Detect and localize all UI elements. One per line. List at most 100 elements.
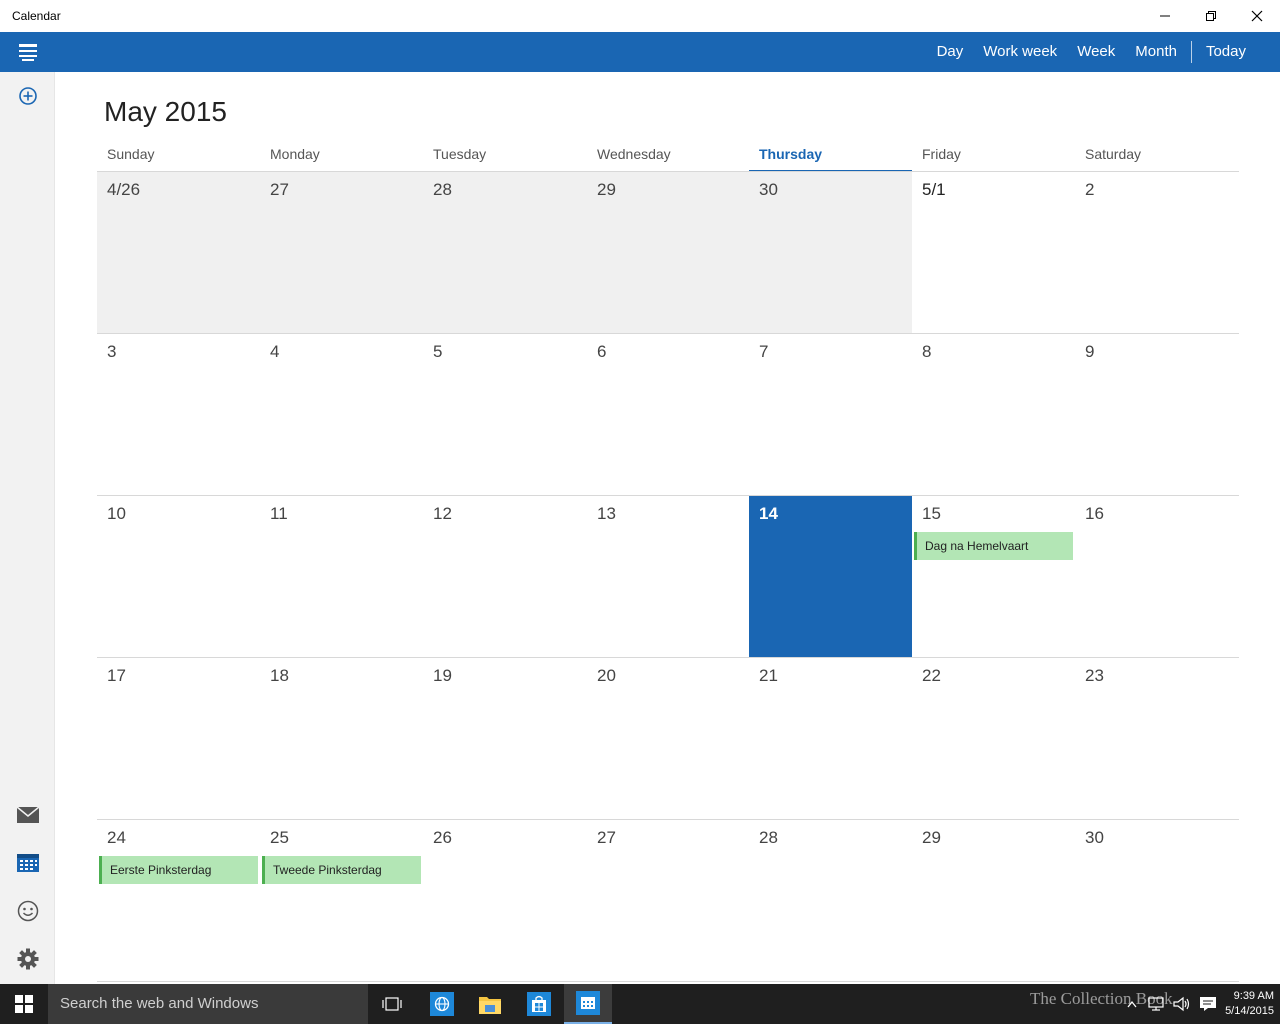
day-number: 12 (433, 504, 452, 523)
month-title[interactable]: May 2015 (104, 96, 227, 128)
calendar-event[interactable]: Dag na Hemelvaart (914, 532, 1073, 560)
day-cell[interactable]: 29 (587, 172, 749, 334)
day-number: 20 (597, 666, 616, 685)
calendar-event[interactable]: Tweede Pinksterdag (262, 856, 421, 884)
start-button[interactable] (0, 984, 48, 1024)
day-cell[interactable]: 5 (423, 334, 587, 496)
day-cell[interactable]: 18 (260, 658, 423, 820)
calendar-app-icon (576, 991, 600, 1015)
day-cell[interactable]: 2 (1075, 172, 1239, 334)
day-cell[interactable]: 5/1 (912, 172, 1075, 334)
store-icon (527, 992, 551, 1016)
day-cell[interactable]: 28 (423, 172, 587, 334)
taskbar-search-box[interactable]: Search the web and Windows (48, 984, 368, 1024)
day-cell[interactable]: 8 (912, 334, 1075, 496)
day-cell[interactable]: 27 (587, 820, 749, 982)
day-number: 22 (922, 666, 941, 685)
calendar-icon (16, 854, 39, 872)
taskbar-calendar-button[interactable] (564, 984, 612, 1024)
network-icon[interactable] (1147, 996, 1165, 1012)
day-cell[interactable]: 29 (912, 820, 1075, 982)
day-number: 30 (759, 180, 778, 199)
day-cell[interactable]: 4 (260, 334, 423, 496)
day-cell[interactable]: 15 Dag na Hemelvaart (912, 496, 1075, 658)
minimize-button[interactable] (1142, 0, 1188, 32)
weekday-header-friday: Friday (922, 146, 961, 162)
day-number: 4/26 (107, 180, 141, 199)
day-cell[interactable]: 10 (97, 496, 260, 658)
folder-icon (479, 997, 501, 1014)
volume-icon[interactable] (1173, 996, 1191, 1012)
day-number: 3 (107, 342, 117, 361)
close-button[interactable] (1234, 0, 1280, 32)
day-cell[interactable]: 22 (912, 658, 1075, 820)
action-center-icon[interactable] (1199, 996, 1217, 1012)
mail-button[interactable] (0, 795, 55, 835)
day-cell[interactable]: 12 (423, 496, 587, 658)
day-number: 25 (270, 828, 289, 847)
day-cell[interactable]: 6 (587, 334, 749, 496)
day-number: 27 (270, 180, 289, 199)
day-number: 27 (597, 828, 616, 847)
day-cell[interactable]: 28 (749, 820, 912, 982)
window-title: Calendar (12, 9, 61, 23)
settings-button[interactable] (0, 939, 55, 979)
show-hidden-icons-icon[interactable] (1127, 1000, 1137, 1008)
day-cell[interactable]: 30 (749, 172, 912, 334)
new-event-button[interactable] (0, 76, 55, 116)
calendar-event[interactable]: Eerste Pinksterdag (99, 856, 258, 884)
taskbar-store-button[interactable] (515, 984, 563, 1024)
minimize-icon (1160, 15, 1170, 17)
day-number: 5 (433, 342, 443, 361)
view-day-button[interactable]: Day (927, 32, 974, 72)
month-grid: 4/26 27 28 29 30 5/1 2 3 4 5 6 7 8 9 10 11 12 13 14 15 Dag n… (97, 171, 1239, 982)
view-month-button[interactable]: Month (1125, 32, 1187, 72)
weekday-header-wednesday: Wednesday (597, 146, 671, 162)
day-number: 29 (922, 828, 941, 847)
task-view-button[interactable] (368, 984, 416, 1024)
new-event-icon (18, 87, 37, 105)
view-separator (1190, 41, 1192, 63)
day-cell[interactable]: 9 (1075, 334, 1239, 496)
day-cell[interactable]: 14 (749, 496, 912, 658)
settings-icon (17, 948, 38, 970)
taskbar-browser-button[interactable] (418, 984, 466, 1024)
mail-icon (16, 806, 39, 823)
view-week-button[interactable]: Week (1067, 32, 1125, 72)
taskbar-clock[interactable]: 9:39 AM 5/14/2015 (1225, 989, 1274, 1019)
day-cell[interactable]: 16 (1075, 496, 1239, 658)
day-cell[interactable]: 25 Tweede Pinksterdag (260, 820, 423, 982)
day-cell[interactable]: 3 (97, 334, 260, 496)
day-number: 2 (1085, 180, 1095, 199)
hamburger-menu-button[interactable] (0, 32, 55, 72)
day-cell[interactable]: 7 (749, 334, 912, 496)
today-button[interactable]: Today (1196, 32, 1280, 72)
day-cell[interactable]: 17 (97, 658, 260, 820)
day-cell[interactable]: 23 (1075, 658, 1239, 820)
day-cell[interactable]: 21 (749, 658, 912, 820)
day-number: 26 (433, 828, 452, 847)
menu-icon (18, 44, 37, 61)
day-cell[interactable]: 30 (1075, 820, 1239, 982)
taskbar-file-explorer-button[interactable] (466, 984, 514, 1024)
day-number: 28 (433, 180, 452, 199)
day-cell[interactable]: 24 Eerste Pinksterdag (97, 820, 260, 982)
day-cell[interactable]: 26 (423, 820, 587, 982)
calendar-button[interactable] (0, 843, 55, 883)
day-number: 24 (107, 828, 126, 847)
day-cell[interactable]: 13 (587, 496, 749, 658)
view-work-week-button[interactable]: Work week (973, 32, 1067, 72)
day-cell[interactable]: 4/26 (97, 172, 260, 334)
feedback-button[interactable] (0, 891, 55, 931)
taskbar: Search the web and Windows The Collectio… (0, 984, 1280, 1024)
restore-button[interactable] (1188, 0, 1234, 32)
day-cell[interactable]: 20 (587, 658, 749, 820)
day-cell[interactable]: 27 (260, 172, 423, 334)
day-number: 13 (597, 504, 616, 523)
weekday-header-tuesday: Tuesday (433, 146, 487, 162)
day-number: 19 (433, 666, 452, 685)
day-number: 9 (1085, 342, 1095, 361)
day-cell[interactable]: 11 (260, 496, 423, 658)
day-number: 4 (270, 342, 280, 361)
day-cell[interactable]: 19 (423, 658, 587, 820)
